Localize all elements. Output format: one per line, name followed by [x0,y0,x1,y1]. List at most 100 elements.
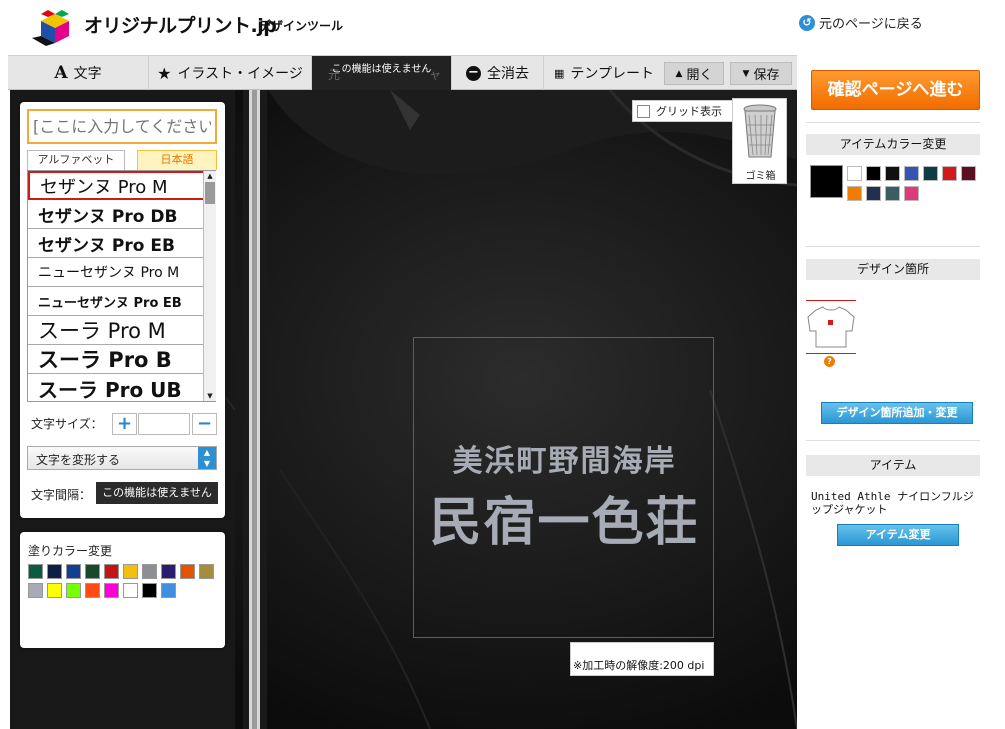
font-list-scrollbar[interactable]: ▲ ▼ [203,171,216,401]
item-name: United Athle ナイロンフルジップジャケット [811,490,974,516]
down-arrow-icon: ▼ [742,68,750,79]
font-item[interactable]: ニューセザンヌ Pro EB [28,287,215,316]
letter-spacing-label: 文字間隔： [31,488,92,502]
zipper-graphic [243,90,267,729]
header: オリジナルプリント.jp デザインツール ↺ 元のページに戻る [0,0,1005,55]
divider [806,122,980,123]
item-color-swatch[interactable] [923,166,938,181]
font-item[interactable]: セザンヌ Pro DB [28,200,215,229]
fill-color-swatch[interactable] [104,583,119,598]
item-color-swatch[interactable] [885,186,900,201]
font-item[interactable]: セザンヌ Pro M [28,171,215,200]
change-item-button[interactable]: アイテム変更 [837,524,959,546]
fill-color-swatch[interactable] [161,583,176,598]
scroll-down-icon[interactable]: ▼ [204,391,216,401]
undo-ghost-right: ャ [428,68,441,82]
fill-color-swatch[interactable] [161,564,176,579]
item-color-swatch[interactable] [942,166,957,181]
item-color-swatch[interactable] [904,186,919,201]
item-color-swatch[interactable] [847,166,862,181]
fill-color-swatch[interactable] [142,564,157,579]
item-color-swatch[interactable] [866,186,881,201]
font-size-increase-button[interactable]: + [112,413,137,435]
confirm-page-button[interactable]: 確認ページへ進む [811,70,980,110]
trash-label: ゴミ箱 [745,171,776,182]
tab-illustration[interactable]: ★ イラスト・イメージ [149,56,312,90]
fill-color-swatch[interactable] [66,564,81,579]
tab-clear-all-label: 全消去 [487,66,529,82]
fill-color-swatch[interactable] [85,564,100,579]
font-item[interactable]: スーラ Pro M [28,316,215,345]
font-item[interactable]: セザンヌ Pro EB [28,229,215,258]
fill-color-swatch[interactable] [123,564,138,579]
grid-checkbox[interactable] [637,104,650,118]
design-location-thumbnail[interactable] [806,300,856,354]
scroll-up-icon[interactable]: ▲ [204,171,216,181]
item-color-swatch[interactable] [961,166,976,181]
back-link-label: 元のページに戻る [819,17,923,32]
fill-color-panel: 塗りカラー変更 [20,532,225,648]
fill-color-swatch[interactable] [85,583,100,598]
fill-color-swatch[interactable] [47,583,62,598]
font-list: セザンヌ Pro M セザンヌ Pro DB セザンヌ Pro EB ニューセザ… [27,170,216,402]
fill-color-swatch[interactable] [123,583,138,598]
tab-template-label: テンプレート [570,66,654,82]
resolution-note: ※加工時の解像度:200 dpi [570,642,714,676]
font-size-input[interactable] [138,413,190,435]
font-item[interactable]: ニューセザンヌ Pro M [28,258,215,287]
font-size-label: 文字サイズ： [31,417,103,431]
tab-clear-all[interactable]: − 全消去 [452,56,544,90]
text-input[interactable] [27,109,217,144]
font-item[interactable]: スーラ Pro B [28,345,215,374]
fill-color-swatch[interactable] [199,564,214,579]
item-color-swatch[interactable] [866,166,881,181]
item-color-swatch[interactable] [904,166,919,181]
back-arrow-icon: ↺ [799,14,815,31]
fill-color-swatch[interactable] [28,583,43,598]
tab-template[interactable]: ▦ テンプレート [544,56,664,90]
text-transform-select[interactable]: 文字を変形する ▲ ▼ [27,446,217,470]
undo-disabled-tooltip: この機能は使えません [331,63,432,75]
font-size-decrease-button[interactable]: − [192,413,217,435]
fill-color-swatch[interactable] [180,564,195,579]
divider [806,246,980,247]
back-to-page-link[interactable]: ↺ 元のページに戻る [799,13,923,32]
star-icon: ★ [157,63,172,83]
save-button-label: 保存 [753,68,780,83]
tab-alphabet[interactable]: アルファベット [27,150,125,170]
select-arrows-icon: ▲ ▼ [198,447,216,469]
item-color-title: アイテムカラー変更 [806,134,980,155]
fill-color-swatch[interactable] [47,564,62,579]
save-button[interactable]: ▼ 保存 [730,62,792,85]
open-button[interactable]: ▲ 開く [664,62,724,85]
item-color-swatch[interactable] [847,186,862,201]
design-text-line1[interactable]: 美浜町野間海岸 [414,436,715,480]
shirt-icon [807,306,855,348]
trash-can-icon [743,104,777,158]
item-color-swatch[interactable] [885,166,900,181]
fill-color-swatch[interactable] [104,564,119,579]
design-print-area[interactable]: 美浜町野間海岸 民宿一色荘 [413,337,714,638]
text-a-icon: A [54,63,68,83]
selected-item-color [810,165,843,198]
tab-undo-disabled[interactable]: 元 この機能は使えません ャ [312,56,452,90]
fill-color-swatch[interactable] [66,583,81,598]
font-item[interactable]: スーラ Pro UB [28,374,215,402]
letter-spacing-disabled: この機能は使えません [96,482,218,504]
fill-color-swatch[interactable] [28,564,43,579]
scroll-thumb[interactable] [205,182,215,204]
transform-select-label: 文字を変形する [36,453,121,467]
help-icon[interactable]: ? [824,356,835,367]
add-design-location-button[interactable]: デザイン箇所追加・変更 [821,402,973,424]
trash-button[interactable]: ゴミ箱 [732,98,787,184]
logo-subtitle: デザインツール [259,19,344,33]
open-button-label: 開く [686,68,713,83]
tab-japanese[interactable]: 日本語 [137,150,217,170]
up-arrow-icon: ▲ [675,68,683,79]
tab-text[interactable]: A 文字 [8,56,149,90]
fill-color-swatch[interactable] [142,583,157,598]
logo-cube-icon [32,10,69,46]
design-text-line2[interactable]: 民宿一色荘 [414,480,715,555]
grid-toggle[interactable]: グリッド表示 [632,100,734,122]
tab-illustration-label: イラスト・イメージ [177,66,303,82]
